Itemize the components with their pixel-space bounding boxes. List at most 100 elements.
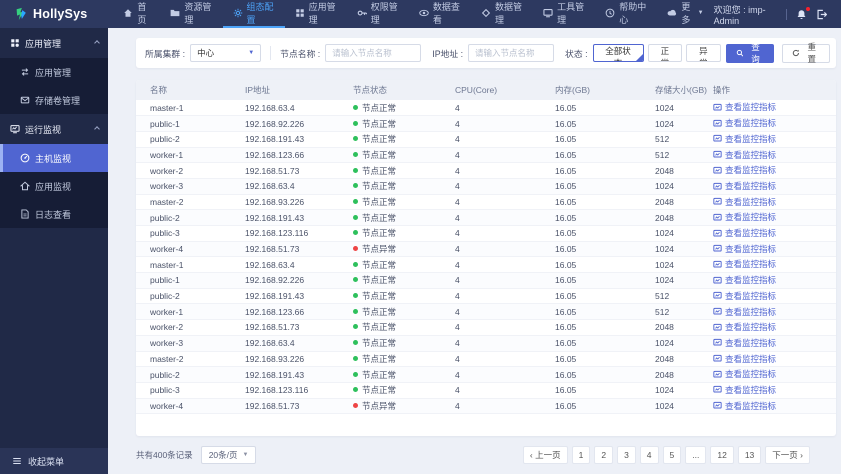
- status-text: 节点正常: [362, 338, 397, 349]
- gauge-icon: [20, 153, 30, 163]
- collapse-menu-button[interactable]: 收起菜单: [0, 448, 108, 474]
- page-button-12[interactable]: 12: [710, 446, 734, 464]
- view-metrics-link[interactable]: 查看监控指标: [713, 227, 776, 239]
- view-metrics-link[interactable]: 查看监控指标: [713, 368, 776, 380]
- view-metrics-label: 查看监控指标: [725, 384, 777, 395]
- status-text: 节点正常: [362, 196, 397, 207]
- cell-ip-address: 192.168.51.73: [245, 319, 353, 336]
- table-row: worker-3 192.168.63.4 节点正常 4 16.05 1024 …: [136, 178, 836, 195]
- topnav-item-more[interactable]: 更多 ▼: [657, 0, 713, 28]
- metrics-chart-icon: [713, 338, 722, 347]
- view-metrics-link[interactable]: 查看监控指标: [713, 290, 776, 302]
- page-size-select[interactable]: 20条/页 ▼: [200, 446, 257, 464]
- view-metrics-link[interactable]: 查看监控指标: [713, 258, 776, 270]
- view-metrics-link[interactable]: 查看监控指标: [713, 133, 776, 145]
- ip-input[interactable]: [468, 44, 555, 62]
- notifications-button[interactable]: [796, 5, 811, 20]
- topnav-item-application-management[interactable]: 应用管理 ▼: [285, 0, 347, 28]
- dashboard-icon: [10, 124, 20, 134]
- view-metrics-label: 查看监控指标: [725, 196, 777, 207]
- node-name-input[interactable]: [325, 44, 422, 62]
- cell-node-status: 节点正常: [353, 178, 455, 195]
- logo[interactable]: HollySys: [0, 0, 99, 28]
- sidebar-group-runtime-monitoring[interactable]: 运行监视: [0, 114, 108, 144]
- sidebar-group-items: 应用管理 存储卷管理: [0, 58, 108, 114]
- sidebar-item-storage-volume-management[interactable]: 存储卷管理: [0, 86, 108, 114]
- topnav-item-data-management[interactable]: 数据管理 ▼: [471, 0, 533, 28]
- view-metrics-link[interactable]: 查看监控指标: [713, 321, 776, 333]
- cluster-label: 所属集群 :: [145, 48, 186, 59]
- sidebar-item-log-view[interactable]: 日志查看: [0, 200, 108, 228]
- status-option-abnormal[interactable]: 异常: [686, 44, 721, 62]
- topnav-item-configuration[interactable]: 组态配置 ▼: [222, 0, 285, 28]
- metrics-chart-icon: [713, 276, 722, 285]
- sidebar-item-host-monitoring[interactable]: 主机监视: [0, 144, 108, 172]
- status-option-all[interactable]: 全部状态: [592, 44, 644, 62]
- search-icon: [736, 49, 744, 57]
- view-metrics-link[interactable]: 查看监控指标: [713, 101, 776, 113]
- cluster-select[interactable]: 中心 ▼: [190, 44, 262, 62]
- cell-storage: 2048: [655, 162, 713, 179]
- cell-ip-address: 192.168.123.66: [245, 303, 353, 321]
- cell-storage: 1024: [655, 382, 713, 399]
- cell-ip-address: 192.168.63.4: [245, 256, 353, 274]
- table-row: master-1 192.168.63.4 节点正常 4 16.05 1024 …: [136, 256, 836, 274]
- cell-cpu: 4: [455, 351, 555, 368]
- sidebar-item-application-monitoring[interactable]: 应用监视: [0, 172, 108, 200]
- view-metrics-link[interactable]: 查看监控指标: [713, 211, 776, 223]
- prev-page-button[interactable]: ‹ 上一页: [522, 446, 568, 464]
- chevron-up-icon: [94, 126, 100, 132]
- cell-node-name: worker-2: [136, 162, 245, 179]
- cell-node-name: master-2: [136, 351, 245, 368]
- view-metrics-link[interactable]: 查看监控指标: [713, 243, 776, 255]
- view-metrics-link[interactable]: 查看监控指标: [713, 353, 776, 365]
- view-metrics-link[interactable]: 查看监控指标: [713, 149, 776, 161]
- cell-ip-address: 192.168.123.66: [245, 147, 353, 164]
- view-metrics-link[interactable]: 查看监控指标: [713, 164, 776, 176]
- page-button-4[interactable]: 4: [639, 446, 659, 464]
- search-button[interactable]: 查询: [725, 42, 774, 64]
- view-metrics-link[interactable]: 查看监控指标: [713, 337, 776, 349]
- metrics-chart-icon: [713, 119, 722, 128]
- cell-ip-address: 192.168.93.226: [245, 194, 353, 211]
- logout-button[interactable]: [816, 9, 827, 20]
- sidebar-group: 应用管理 应用管理 存储卷管理: [0, 28, 108, 114]
- view-metrics-link[interactable]: 查看监控指标: [713, 196, 776, 208]
- topnav-item-home[interactable]: 首页 ▼: [113, 0, 160, 28]
- topnav-item-permission-management[interactable]: 权限管理 ▼: [347, 0, 409, 28]
- view-metrics-link[interactable]: 查看监控指标: [713, 400, 776, 412]
- cell-actions: 查看监控指标: [713, 209, 836, 226]
- reset-button[interactable]: 重置: [781, 42, 830, 64]
- cell-node-status: 节点正常: [353, 162, 455, 179]
- sidebar-item-application-management[interactable]: 应用管理: [0, 58, 108, 86]
- cell-actions: 查看监控指标: [713, 194, 836, 211]
- view-metrics-link[interactable]: 查看监控指标: [713, 306, 776, 318]
- next-page-button[interactable]: 下一页 ›: [765, 446, 810, 464]
- page-button-3[interactable]: 3: [617, 446, 636, 464]
- topnav-item-resource-management[interactable]: 资源管理 ▼: [160, 0, 222, 28]
- view-metrics-link[interactable]: 查看监控指标: [713, 117, 776, 129]
- page-button-1[interactable]: 1: [571, 446, 591, 464]
- view-metrics-label: 查看监控指标: [725, 102, 777, 113]
- view-metrics-link[interactable]: 查看监控指标: [713, 384, 776, 396]
- topnav-item-help-center[interactable]: 帮助中心 ▼: [595, 0, 657, 28]
- cell-actions: 查看监控指标: [713, 225, 836, 242]
- view-metrics-link[interactable]: 查看监控指标: [713, 180, 776, 192]
- topnav-item-tool-management[interactable]: 工具管理 ▼: [533, 0, 595, 28]
- status-text: 节点正常: [362, 212, 397, 223]
- status-text: 节点正常: [362, 134, 397, 145]
- node-table-card: 名称 IP地址 节点状态 CPU(Core) 内存(GB) 存储大小(GB) 操作 mast…: [136, 80, 836, 436]
- cell-node-name: master-1: [136, 256, 245, 274]
- page-button-5[interactable]: 5: [662, 446, 682, 464]
- cell-storage: 2048: [655, 319, 713, 336]
- status-option-normal[interactable]: 正常: [647, 44, 683, 62]
- metrics-chart-icon: [713, 307, 722, 316]
- view-metrics-link[interactable]: 查看监控指标: [713, 274, 776, 286]
- sidebar-group-application-management[interactable]: 应用管理: [0, 28, 108, 58]
- page-button-13[interactable]: 13: [737, 446, 762, 464]
- page-ellipsis[interactable]: ...: [685, 446, 707, 464]
- logo-icon: [14, 7, 28, 21]
- topnav-item-data-view[interactable]: 数据查看 ▼: [409, 0, 471, 28]
- view-metrics-label: 查看监控指标: [725, 275, 777, 286]
- page-button-2[interactable]: 2: [594, 446, 614, 464]
